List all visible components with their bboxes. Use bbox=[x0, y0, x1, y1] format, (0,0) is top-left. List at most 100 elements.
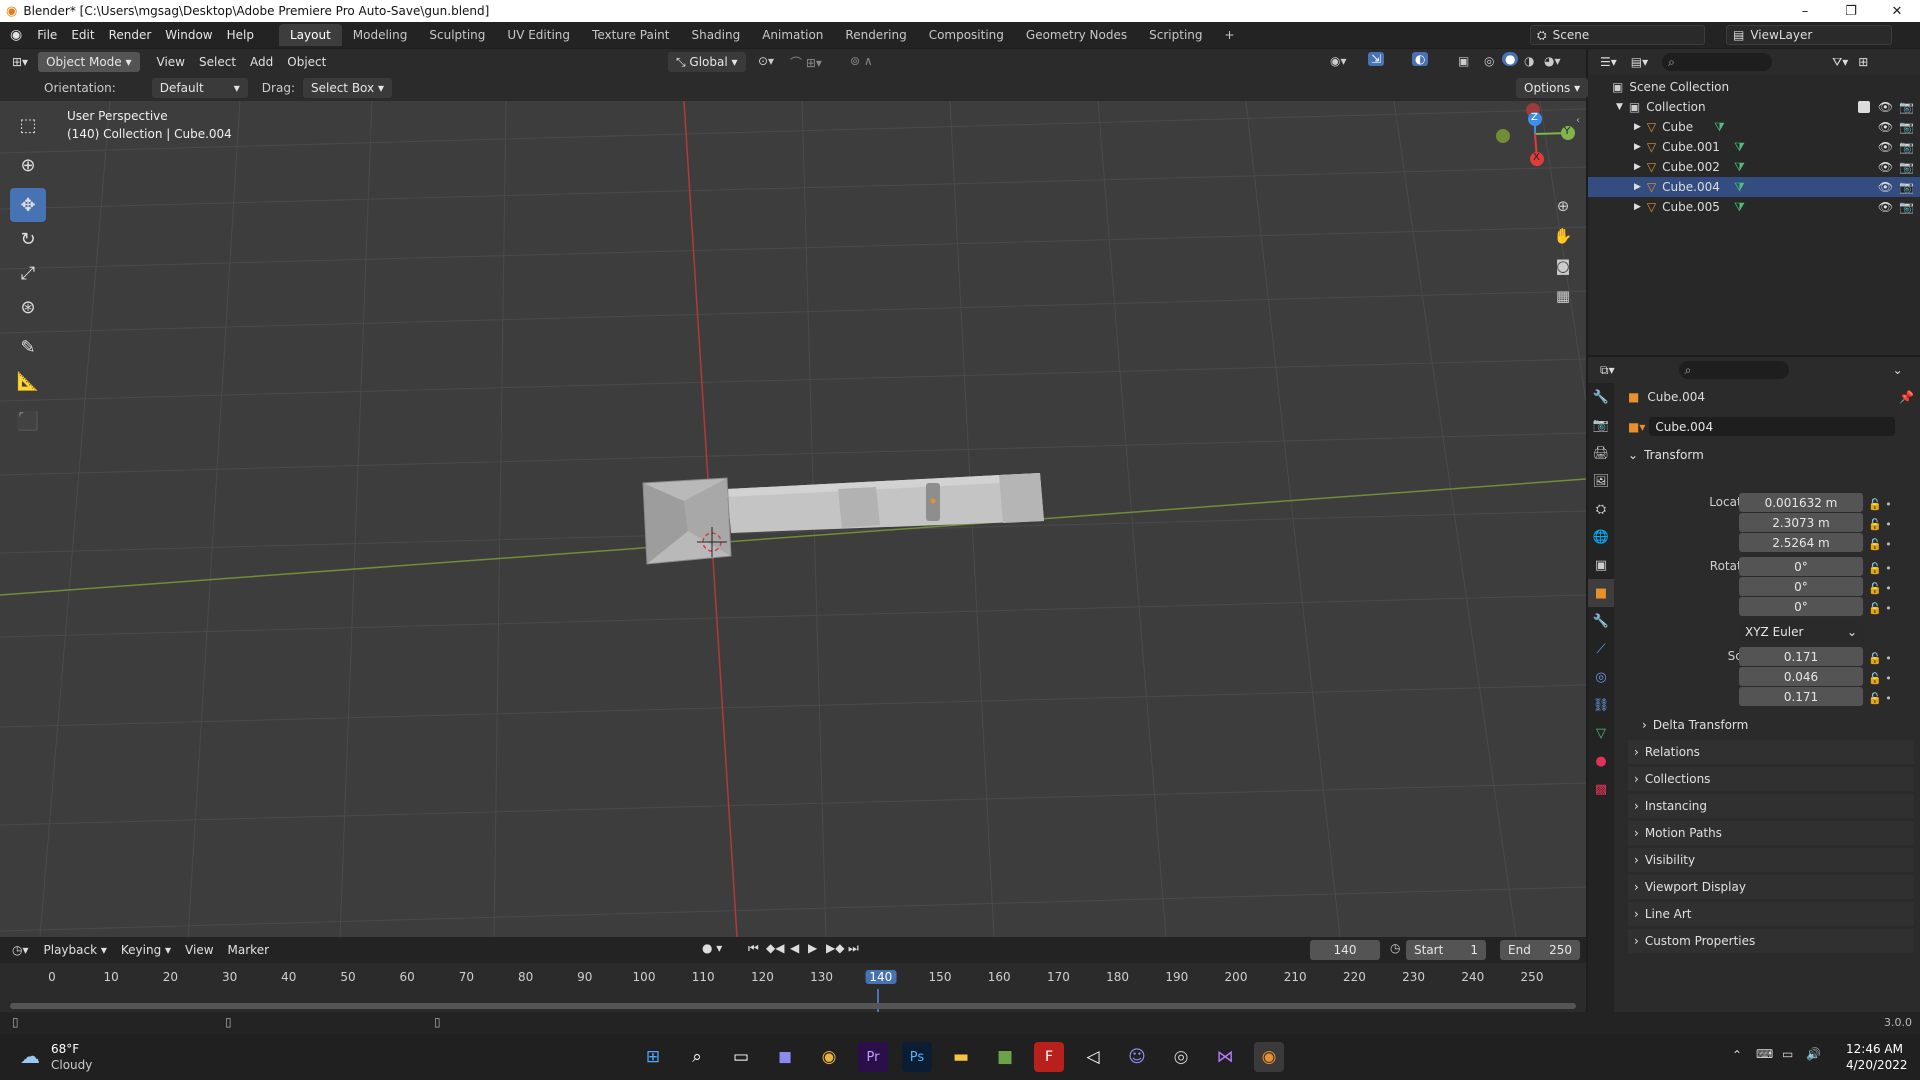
play-icon[interactable]: ▶ bbox=[808, 941, 817, 955]
drag-dropdown[interactable]: Select Box ▾ bbox=[302, 78, 392, 98]
scene-selector[interactable]: ⛭ Scene bbox=[1530, 25, 1705, 45]
pan-hand-icon[interactable]: ✋ bbox=[1550, 223, 1576, 249]
outliner-item-cube-001[interactable]: ▶ ▽ Cube.001 ⧩ 👁 📷 bbox=[1588, 137, 1920, 157]
delta-transform-header[interactable]: › Delta Transform bbox=[1642, 713, 1914, 737]
tab-rendering[interactable]: Rendering bbox=[834, 24, 917, 46]
close-button[interactable]: ✕ bbox=[1874, 0, 1920, 22]
custom-properties-panel[interactable]: › Custom Properties bbox=[1628, 929, 1914, 953]
menu-edit[interactable]: Edit bbox=[64, 22, 101, 48]
rotation-x-field[interactable]: 0° bbox=[1739, 557, 1863, 576]
clock-date[interactable]: 4/20/2022 bbox=[1846, 1058, 1908, 1072]
weather-cloud-icon[interactable]: ☁ bbox=[20, 1044, 40, 1068]
location-lock-icons[interactable]: 🔓 • 🔓 • 🔓 • bbox=[1868, 495, 1892, 555]
tab-shading[interactable]: Shading bbox=[680, 24, 751, 46]
camera-icon[interactable]: 📷 bbox=[1899, 100, 1914, 114]
viewport-scene[interactable] bbox=[0, 101, 1586, 937]
options-dropdown[interactable]: Options ▾ bbox=[1516, 78, 1589, 98]
3d-viewport[interactable]: User Perspective (140) Collection | Cube… bbox=[0, 101, 1586, 937]
visibility-panel[interactable]: › Visibility bbox=[1628, 848, 1914, 872]
rendered-shading-icon[interactable]: ◕▾ bbox=[1544, 54, 1561, 68]
scale-tool-icon[interactable]: ⤢ bbox=[10, 256, 46, 290]
snap-icon[interactable]: ⌒ ⊞▾ bbox=[790, 54, 822, 71]
orientation-dropdown[interactable]: Default ▾ bbox=[151, 78, 248, 98]
outliner-editor-type-icon[interactable]: ☰▾ bbox=[1600, 55, 1617, 69]
move-tool-icon[interactable]: ✥ bbox=[10, 188, 46, 222]
camera-icon[interactable]: 📷 bbox=[1899, 120, 1914, 134]
eye-icon[interactable]: 👁 bbox=[1878, 100, 1893, 114]
modifier-tab-icon[interactable]: 🔧 bbox=[1588, 607, 1614, 635]
xray-icon[interactable]: ▣ bbox=[1458, 54, 1469, 68]
visual-studio-icon[interactable]: ⋈ bbox=[1210, 1042, 1240, 1072]
constraints-tab-icon[interactable]: ⛓ bbox=[1588, 691, 1614, 719]
select-menu[interactable]: Select bbox=[192, 55, 243, 69]
outliner-item-cube-005[interactable]: ▶ ▽ Cube.005 ⧩ 👁 📷 bbox=[1588, 197, 1920, 217]
output-tab-icon[interactable]: 🖨 bbox=[1588, 439, 1614, 467]
weather-desc[interactable]: Cloudy bbox=[51, 1058, 92, 1072]
physics-tab-icon[interactable]: ◎ bbox=[1588, 663, 1614, 691]
new-collection-icon[interactable]: ⊞ bbox=[1858, 55, 1868, 69]
file-explorer-icon[interactable]: ▬ bbox=[946, 1042, 976, 1072]
measure-tool-icon[interactable]: 📐 bbox=[10, 364, 46, 398]
start-frame-field[interactable]: Start 1 bbox=[1406, 940, 1486, 960]
editor-type-icon[interactable]: ⊞▾ bbox=[0, 55, 38, 69]
timeline-editor-type-icon[interactable]: ◷▾ bbox=[0, 943, 37, 957]
playhead-line[interactable] bbox=[877, 989, 879, 1013]
pin-icon[interactable]: 📌 bbox=[1899, 390, 1914, 404]
object-type-icon[interactable]: ■▾ bbox=[1628, 420, 1645, 434]
properties-editor[interactable]: ⧉▾ ⌕ ⌄ 🔧 📷 🖨 🖼 ⛭ 🌐 ▣ ■ 🔧 ⟋ ◎ ⛓ ▽ ● ▩ ■ C… bbox=[1588, 357, 1920, 1034]
expand-arrow-icon[interactable]: ▶ bbox=[1634, 182, 1641, 192]
playback-menu[interactable]: Playback ▾ bbox=[37, 943, 114, 957]
data-tab-icon[interactable]: ▽ bbox=[1588, 719, 1614, 747]
transform-tool-icon[interactable]: ⊛ bbox=[10, 290, 46, 324]
tab-sculpting[interactable]: Sculpting bbox=[418, 24, 496, 46]
tab-compositing[interactable]: Compositing bbox=[918, 24, 1015, 46]
overlay-toggle-icon[interactable]: ◐ bbox=[1412, 52, 1429, 66]
filter-icon[interactable]: ⛛▾ bbox=[1832, 55, 1848, 70]
material-tab-icon[interactable]: ● bbox=[1588, 747, 1614, 775]
tab-uv-editing[interactable]: UV Editing bbox=[496, 24, 581, 46]
properties-editor-type-icon[interactable]: ⧉▾ bbox=[1600, 363, 1615, 378]
tab-scripting[interactable]: Scripting bbox=[1138, 24, 1213, 46]
display-mode-icon[interactable]: ▤▾ bbox=[1631, 55, 1648, 69]
viewport-display-panel[interactable]: › Viewport Display bbox=[1628, 875, 1914, 899]
camera-icon[interactable]: 📷 bbox=[1899, 200, 1914, 214]
select-box-tool-icon[interactable]: ⬚ bbox=[10, 108, 46, 142]
exclude-checkbox[interactable] bbox=[1857, 101, 1870, 113]
next-keyframe-icon[interactable]: ▶◆ bbox=[826, 941, 844, 955]
properties-options-icon[interactable]: ⌄ bbox=[1893, 363, 1903, 377]
volume-icon[interactable]: 🔊 bbox=[1806, 1047, 1821, 1061]
object-name-field[interactable]: Cube.004 bbox=[1649, 417, 1896, 436]
camera-icon[interactable]: 📷 bbox=[1899, 180, 1914, 194]
outliner-collection[interactable]: ▼ ▣ Collection 👁 📷 bbox=[1588, 97, 1920, 117]
rotation-mode-dropdown[interactable]: XYZ Euler ⌄ bbox=[1739, 622, 1863, 641]
tray-chevron-icon[interactable]: ⌃ bbox=[1732, 1048, 1742, 1062]
object-tab-icon[interactable]: ■ bbox=[1588, 579, 1614, 607]
eye-icon[interactable]: 👁 bbox=[1878, 140, 1893, 154]
photoshop-icon[interactable]: Ps bbox=[902, 1042, 932, 1072]
tool-tab-icon[interactable]: 🔧 bbox=[1588, 383, 1614, 411]
tab-layout[interactable]: Layout bbox=[278, 24, 342, 46]
outliner-item-cube-002[interactable]: ▶ ▽ Cube.002 ⧩ 👁 📷 bbox=[1588, 157, 1920, 177]
collapse-arrow-icon[interactable]: ▼ bbox=[1616, 102, 1623, 112]
eye-icon[interactable]: 👁 bbox=[1878, 160, 1893, 174]
filezilla-icon[interactable]: F bbox=[1034, 1042, 1064, 1072]
eye-icon[interactable]: 👁 bbox=[1878, 120, 1893, 134]
add-menu[interactable]: Add bbox=[243, 55, 280, 69]
instancing-panel[interactable]: › Instancing bbox=[1628, 794, 1914, 818]
location-z-field[interactable]: 2.5264 m bbox=[1739, 533, 1863, 552]
expand-arrow-icon[interactable]: ▶ bbox=[1634, 142, 1641, 152]
scale-x-field[interactable]: 0.171 bbox=[1739, 647, 1863, 666]
pivot-icon[interactable]: ⊙▾ bbox=[758, 54, 774, 68]
world-tab-icon[interactable]: 🌐 bbox=[1588, 523, 1614, 551]
marker-menu[interactable]: Marker bbox=[221, 943, 276, 957]
expand-arrow-icon[interactable]: ▶ bbox=[1634, 162, 1641, 172]
jump-start-icon[interactable]: ⏮ bbox=[748, 941, 759, 956]
timeline-view-menu[interactable]: View bbox=[178, 943, 220, 957]
end-frame-field[interactable]: End 250 bbox=[1500, 940, 1580, 960]
wireframe-shading-icon[interactable]: ◎ bbox=[1484, 54, 1494, 68]
minimize-button[interactable]: – bbox=[1782, 0, 1828, 22]
tab-modeling[interactable]: Modeling bbox=[342, 24, 419, 46]
proportional-edit-icon[interactable]: ⊚ ∧ bbox=[850, 54, 873, 68]
rotation-lock-icons[interactable]: 🔓 • 🔓 • 🔓 • bbox=[1868, 559, 1892, 619]
chrome-icon[interactable]: ◉ bbox=[814, 1042, 844, 1072]
